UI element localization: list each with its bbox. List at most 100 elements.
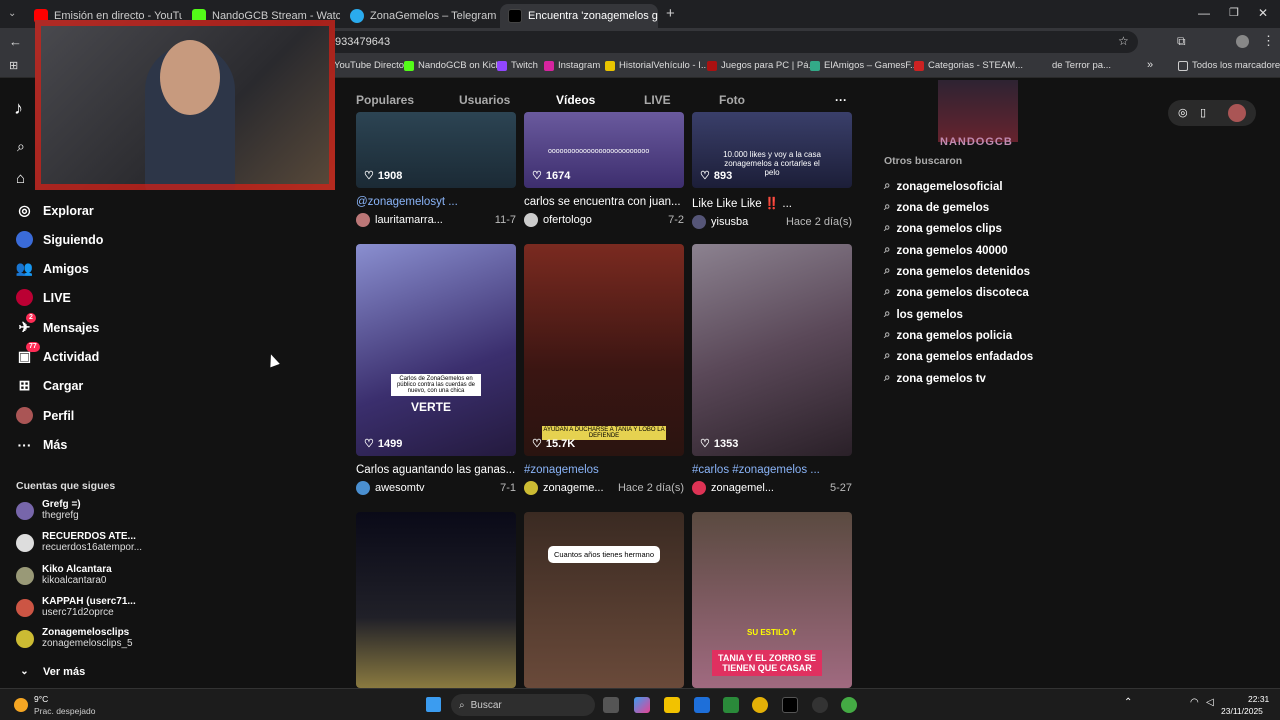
tab-usuarios[interactable]: Usuarios: [459, 93, 510, 107]
extensions-icon[interactable]: ⧉: [1177, 34, 1186, 49]
tab-populares[interactable]: Populares: [356, 93, 414, 107]
minimize-button[interactable]: —: [1198, 6, 1210, 20]
video-author[interactable]: lauritamarra...: [375, 214, 443, 226]
taskbar-search[interactable]: ⌕ Buscar: [451, 694, 595, 716]
overflow-chevron-icon[interactable]: »: [1147, 59, 1153, 71]
more-options-icon[interactable]: ···: [835, 93, 847, 107]
browser-tab-telegram[interactable]: ZonaGemelos – Telegram✕: [342, 4, 498, 28]
video-card[interactable]: 10.000 likes y voy a la casa zonagemelos…: [692, 112, 852, 229]
video-author[interactable]: yisusba: [711, 216, 748, 228]
tray-chevron-icon[interactable]: ⌃: [1124, 697, 1132, 708]
wifi-icon[interactable]: ◠: [1190, 697, 1199, 708]
video-caption[interactable]: Carlos aguantando las ganas...: [356, 464, 516, 476]
chrome-active-icon[interactable]: [841, 697, 857, 713]
bookmark-item[interactable]: HistorialVehículo - I...: [605, 60, 709, 71]
suggestion-item[interactable]: ⌕ zona gemelos enfadados: [884, 350, 1033, 363]
windows-start-icon[interactable]: [426, 697, 441, 712]
maximize-button[interactable]: ❐: [1229, 6, 1239, 19]
video-author[interactable]: awesomtv: [375, 482, 425, 494]
nav-actividad[interactable]: ▣ 77 Actividad: [16, 342, 99, 365]
nav-explorar[interactable]: ◎ Explorar: [16, 202, 93, 219]
video-card[interactable]: oooooooooooooooooooooooooo ♡ 1674 carlos s…: [524, 112, 684, 227]
phone-icon[interactable]: ▯: [1200, 106, 1206, 119]
bookmark-item[interactable]: ElAmigos – GamesF...: [810, 60, 918, 71]
suggestion-item[interactable]: ⌕ zona gemelos 40000: [884, 244, 1008, 257]
avatar[interactable]: [1228, 104, 1246, 122]
tab-live[interactable]: LIVE: [644, 93, 671, 107]
video-card[interactable]: ♡ 1908 @zonagemelosyt ... lauritamarra...…: [356, 112, 516, 227]
nav-live[interactable]: LIVE: [16, 289, 71, 306]
chrome-icon[interactable]: [752, 697, 768, 713]
followed-account[interactable]: RECUERDOS ATE... recuerdos16atempor...: [16, 531, 142, 553]
nav-mas[interactable]: ··· Más: [16, 436, 68, 453]
weather-desc[interactable]: Prac. despejado: [34, 706, 95, 716]
bookmark-item[interactable]: YouTube Directo: [334, 60, 404, 71]
search-icon[interactable]: ⌕: [17, 138, 25, 155]
star-icon[interactable]: ☆: [1118, 34, 1129, 48]
xbox-icon[interactable]: [723, 697, 739, 713]
suggestion-item[interactable]: ⌕ zona gemelos detenidos: [884, 265, 1030, 278]
tiktok-icon[interactable]: [782, 697, 798, 713]
bookmark-item[interactable]: Juegos para PC | Pá...: [707, 60, 816, 71]
browser-tab-tiktok[interactable]: Encuentra 'zonagemelos g' en T✕: [500, 4, 658, 28]
weather-temp[interactable]: 9°C: [34, 694, 48, 704]
obs-icon[interactable]: [812, 697, 828, 713]
see-more-button[interactable]: ⌄ Ver más: [16, 663, 85, 680]
compass-small-icon[interactable]: ◎: [1178, 106, 1188, 119]
video-caption[interactable]: #carlos #zonagemelos ...: [692, 464, 852, 476]
bookmark-item[interactable]: Categorias - STEAM...: [914, 60, 1023, 71]
nav-perfil[interactable]: Perfil: [16, 407, 74, 424]
bookmark-item[interactable]: NandoGCB on Kick: [404, 60, 500, 71]
tab-search-icon[interactable]: ⌄: [8, 8, 16, 19]
video-card[interactable]: Carlos de ZonaGemelos en público contra …: [356, 244, 516, 495]
volume-icon[interactable]: ◁: [1206, 697, 1214, 708]
suggestion-item[interactable]: ⌕ zona gemelos clips: [884, 222, 1002, 235]
nav-cargar[interactable]: ⊞ Cargar: [16, 377, 84, 394]
followed-account[interactable]: Grefg =) thegrefg: [16, 499, 81, 521]
nav-mensajes[interactable]: ✈ 2 Mensajes: [16, 313, 99, 336]
bookmark-item[interactable]: Instagram: [544, 60, 600, 71]
question-sticker: Cuantos años tienes hermano: [548, 546, 660, 563]
suggestion-item[interactable]: ⌕ zona gemelos discoteca: [884, 286, 1029, 299]
nav-siguiendo[interactable]: Siguiendo: [16, 231, 103, 248]
all-bookmarks[interactable]: Todos los marcadores: [1178, 60, 1280, 71]
video-card[interactable]: AYUDAN A DUCHARSE A TANIA Y LOBO LA DEFI…: [524, 244, 684, 495]
followed-account[interactable]: Zonagemelosclips zonagemelosclips_5: [16, 627, 133, 649]
video-card[interactable]: SU ESTILO Y TANIA Y EL ZORRO SE TIENEN QU…: [692, 512, 852, 688]
video-caption[interactable]: @zonagemelosyt ...: [356, 196, 516, 208]
tiktok-logo-icon[interactable]: ♪: [14, 98, 23, 119]
followed-account[interactable]: KAPPAH (userc71... userc71d2oprce: [16, 596, 136, 618]
video-author[interactable]: ofertologo: [543, 214, 592, 226]
new-tab-button[interactable]: +: [666, 5, 675, 22]
tab-foto[interactable]: Foto: [719, 93, 745, 107]
store-icon[interactable]: [694, 697, 710, 713]
close-window-button[interactable]: ✕: [1258, 6, 1268, 20]
video-caption[interactable]: #zonagemelos: [524, 464, 684, 476]
back-icon[interactable]: ←: [9, 34, 22, 49]
video-caption[interactable]: carlos se encuentra con juan...: [524, 196, 684, 208]
suggestion-item[interactable]: ⌕ zona de gemelos: [884, 201, 989, 214]
video-card[interactable]: Cuantos años tienes hermano: [524, 512, 684, 688]
file-explorer-icon[interactable]: [664, 697, 680, 713]
suggestion-item[interactable]: ⌕ zona gemelos tv: [884, 372, 986, 385]
profile-avatar-icon[interactable]: [1236, 35, 1249, 48]
suggestion-item[interactable]: ⌕ zona gemelos policia: [884, 329, 1012, 342]
clock-time[interactable]: 22:31: [1248, 694, 1269, 704]
bookmark-item[interactable]: de Terror pa...: [1052, 60, 1111, 71]
video-author[interactable]: zonagemel...: [711, 482, 774, 494]
video-author[interactable]: zonageme...: [543, 482, 604, 494]
followed-account[interactable]: Kiko Alcantara kikoalcantara0: [16, 564, 112, 586]
apps-icon[interactable]: ⊞: [9, 59, 18, 72]
video-card[interactable]: [356, 512, 516, 688]
clock-date[interactable]: 23/11/2025: [1221, 706, 1263, 716]
video-caption[interactable]: Like Like Like ‼️ ...: [692, 196, 852, 210]
suggestion-item[interactable]: ⌕ zonagemelosoficial: [884, 180, 1003, 193]
home-icon[interactable]: ⌂: [16, 170, 25, 187]
bookmark-item[interactable]: Twitch: [497, 60, 538, 71]
nav-amigos[interactable]: 👥 Amigos: [16, 260, 89, 277]
menu-icon[interactable]: ⋮: [1262, 33, 1275, 49]
video-card[interactable]: ♡ 1353 #carlos #zonagemelos ... zonagemel…: [692, 244, 852, 495]
task-view-icon[interactable]: [603, 697, 619, 713]
copilot-icon[interactable]: [634, 697, 650, 713]
suggestion-item[interactable]: ⌕ los gemelos: [884, 308, 963, 321]
